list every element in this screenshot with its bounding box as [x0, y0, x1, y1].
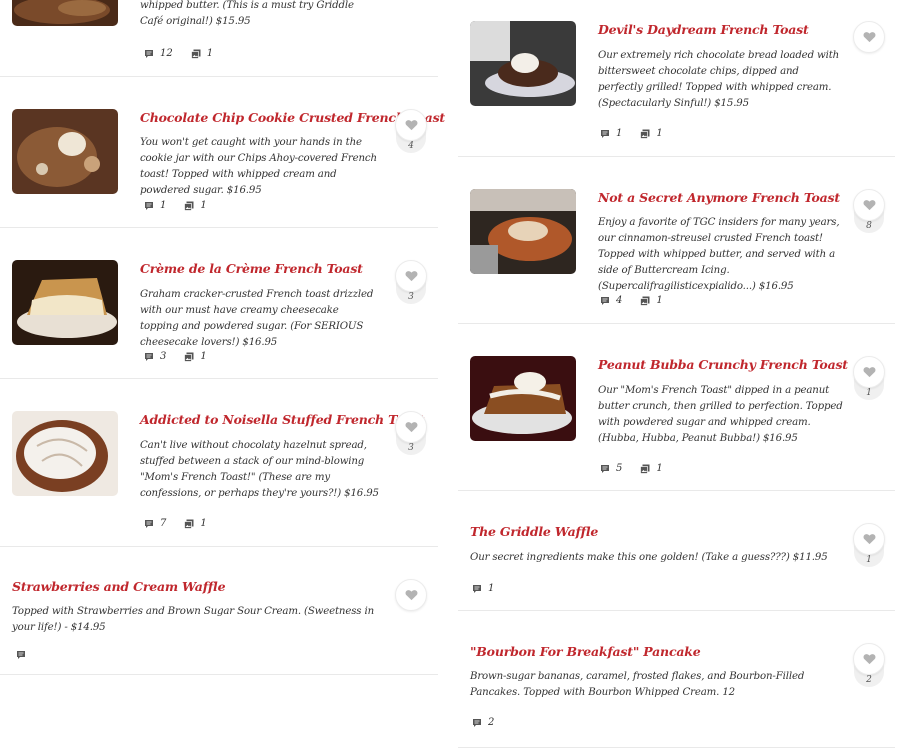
- comments-count[interactable]: 1: [600, 128, 622, 139]
- heart-icon: [405, 270, 418, 282]
- food-photo-thumbnail[interactable]: [12, 0, 118, 26]
- menu-item-title[interactable]: Strawberries and Cream Waffle: [12, 579, 226, 594]
- heart-icon: [405, 589, 418, 601]
- menu-item-title[interactable]: Devil's Daydream French Toast: [598, 22, 809, 37]
- heart-icon: [863, 366, 876, 378]
- like-button[interactable]: 3: [395, 411, 427, 455]
- photos-count[interactable]: 1: [184, 200, 207, 211]
- photos-count[interactable]: 1: [184, 351, 207, 362]
- comments-count[interactable]: 3: [144, 351, 166, 362]
- photo-icon: [640, 464, 650, 474]
- menu-item-description: Enjoy a favorite of TGC insiders for man…: [598, 217, 840, 292]
- heart-icon: [863, 653, 876, 665]
- menu-item[interactable]: The Griddle Waffle Our secret ingredient…: [458, 490, 895, 611]
- comment-icon: [600, 129, 610, 139]
- like-button[interactable]: 3: [395, 260, 427, 304]
- photos-count[interactable]: 1: [640, 128, 663, 139]
- food-photo-thumbnail[interactable]: [470, 189, 576, 274]
- photos-count[interactable]: 1: [184, 518, 207, 529]
- menu-item-description: Our secret ingredients make this one gol…: [470, 552, 828, 563]
- menu-item-description: Graham cracker-crusted French toast driz…: [140, 289, 374, 348]
- photo-icon: [640, 296, 650, 306]
- photo-icon: [184, 352, 194, 362]
- menu-item[interactable]: Peanut Bubba Crunchy French Toast Our "M…: [458, 323, 895, 491]
- menu-item-stats: 2: [472, 717, 512, 728]
- food-photo-thumbnail[interactable]: [470, 356, 576, 441]
- food-photo-thumbnail[interactable]: [470, 21, 576, 106]
- menu-item-title[interactable]: "Bourbon For Breakfast" Pancake: [470, 644, 701, 659]
- comment-icon: [144, 201, 154, 211]
- photos-count[interactable]: 1: [640, 295, 663, 306]
- like-button[interactable]: 2: [853, 643, 885, 687]
- comments-count[interactable]: 1: [144, 200, 166, 211]
- menu-item-description: Topped with Strawberries and Brown Sugar…: [12, 606, 374, 633]
- menu-item[interactable]: whipped butter. (This is a must try Grid…: [0, 0, 438, 77]
- menu-item[interactable]: Addicted to Noisella Stuffed French Toas…: [0, 378, 438, 547]
- like-button[interactable]: 8: [853, 189, 885, 233]
- menu-item-title[interactable]: Not a Secret Anymore French Toast: [598, 190, 840, 205]
- photo-icon: [191, 49, 201, 59]
- menu-item-stats: 1: [472, 583, 512, 594]
- comments-count[interactable]: 12: [144, 48, 173, 59]
- comment-icon: [144, 519, 154, 529]
- menu-item-description: Our extremely rich chocolate bread loade…: [598, 50, 840, 109]
- comment-icon: [600, 296, 610, 306]
- comment-icon: [600, 464, 610, 474]
- menu-item-description: whipped butter. (This is a must try Grid…: [140, 0, 354, 27]
- menu-item-stats: 5 1: [600, 463, 681, 474]
- menu-item[interactable]: Chocolate Chip Cookie Crusted French Toa…: [0, 76, 445, 228]
- menu-item-title[interactable]: Crème de la Crème French Toast: [140, 261, 363, 276]
- menu-item-stats: 12 1: [144, 48, 231, 59]
- comments-count[interactable]: 1: [472, 583, 494, 594]
- heart-icon: [405, 421, 418, 433]
- photo-icon: [184, 519, 194, 529]
- comments-count[interactable]: 2: [472, 717, 494, 728]
- menu-item-title[interactable]: Peanut Bubba Crunchy French Toast: [598, 357, 848, 372]
- heart-icon: [405, 119, 418, 131]
- photo-icon: [184, 201, 194, 211]
- like-button[interactable]: 1: [853, 523, 885, 567]
- comments-count[interactable]: 4: [600, 295, 622, 306]
- menu-item[interactable]: Strawberries and Cream Waffle Topped wit…: [0, 546, 438, 675]
- comments-count[interactable]: 7: [144, 518, 166, 529]
- menu-item-description: Brown-sugar bananas, caramel, frosted fl…: [470, 671, 805, 698]
- heart-icon: [863, 31, 876, 43]
- food-photo-thumbnail[interactable]: [12, 260, 118, 345]
- menu-item-description: Can't live without chocolaty hazelnut sp…: [140, 440, 379, 499]
- menu-item-description: You won't get caught with your hands in …: [140, 137, 377, 196]
- menu-item[interactable]: "Bourbon For Breakfast" Pancake Brown-su…: [458, 610, 895, 748]
- comment-icon: [144, 49, 154, 59]
- menu-item-stats: 7 1: [144, 518, 225, 529]
- heart-icon: [863, 199, 876, 211]
- like-button[interactable]: [395, 579, 427, 611]
- food-photo-thumbnail[interactable]: [12, 109, 118, 194]
- photo-icon: [640, 129, 650, 139]
- menu-item-stats: 1 1: [144, 200, 225, 211]
- photos-count[interactable]: 1: [191, 48, 213, 59]
- menu-item-description: Our "Mom's French Toast" dipped in a pea…: [598, 385, 843, 444]
- menu-item-stats: 4 1: [600, 295, 681, 306]
- photos-count[interactable]: 1: [640, 463, 663, 474]
- menu-item[interactable]: Crème de la Crème French Toast Graham cr…: [0, 227, 438, 379]
- food-photo-thumbnail[interactable]: [12, 411, 118, 496]
- menu-item-title[interactable]: Addicted to Noisella Stuffed French Toas…: [140, 412, 424, 427]
- menu-item-stats: [16, 650, 44, 660]
- like-button[interactable]: 1: [853, 356, 885, 400]
- comment-icon: [472, 584, 482, 594]
- comment-icon: [16, 650, 26, 660]
- comments-count[interactable]: 5: [600, 463, 622, 474]
- heart-icon: [863, 533, 876, 545]
- comments-count[interactable]: [16, 650, 26, 660]
- like-button[interactable]: 4: [395, 109, 427, 153]
- comment-icon: [472, 718, 482, 728]
- comment-icon: [144, 352, 154, 362]
- menu-item[interactable]: Devil's Daydream French Toast Our extrem…: [458, 0, 895, 157]
- menu-item-stats: 1 1: [600, 128, 681, 139]
- menu-item-title[interactable]: The Griddle Waffle: [470, 524, 598, 539]
- menu-item-stats: 3 1: [144, 351, 225, 362]
- menu-item[interactable]: Not a Secret Anymore French Toast Enjoy …: [458, 156, 895, 324]
- like-button[interactable]: [853, 21, 885, 53]
